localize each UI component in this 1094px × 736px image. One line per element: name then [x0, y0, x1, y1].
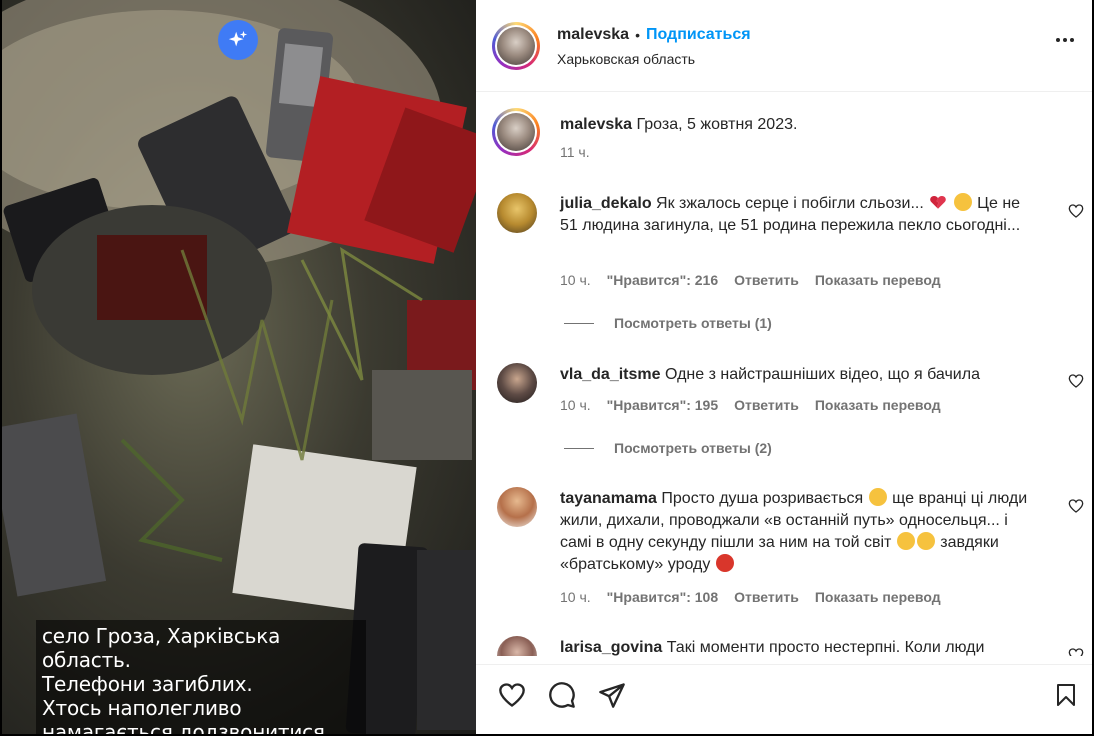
post-header: malevska • Подписаться Харьковская облас… — [476, 0, 1092, 92]
post-media[interactable]: село Гроза, Харківська область. Телефони… — [2, 0, 476, 734]
comment-likes[interactable]: "Нравится": 216 — [607, 272, 718, 288]
caption-line: Хтось наполегливо — [42, 696, 242, 720]
caption-text: Гроза, 5 жовтня 2023. — [636, 116, 798, 133]
crying-face-emoji-icon — [868, 488, 887, 506]
comments-list: malevska Гроза, 5 жовтня 2023. 11 ч. jul… — [476, 93, 1092, 656]
caption-username[interactable]: malevska — [560, 116, 632, 133]
post-meta: 11 ч. — [560, 144, 590, 160]
comment-username[interactable]: larisa_govina — [560, 639, 662, 656]
view-replies-button[interactable]: Посмотреть ответы (1) — [564, 315, 772, 331]
comment-heart-icon[interactable] — [1068, 498, 1084, 514]
share-icon[interactable] — [598, 681, 626, 709]
post-time[interactable]: 11 ч. — [560, 144, 590, 160]
post-actions-bar — [476, 664, 1092, 726]
commenter-avatar[interactable] — [497, 363, 537, 403]
comment-likes[interactable]: "Нравится": 195 — [607, 397, 718, 413]
comment-text: julia_dekalo Як зжалось серце і побігли … — [560, 193, 1040, 237]
comment-time[interactable]: 10 ч. — [560, 589, 591, 605]
angry-face-emoji-icon — [715, 554, 734, 572]
caption-line: Телефони загиблих. — [42, 672, 253, 696]
comment-body: Такі моменти просто нестерпні. Коли люди — [666, 639, 985, 656]
comment-meta: 10 ч. "Нравится": 108 Ответить Показать … — [560, 589, 941, 605]
replies-line — [564, 322, 594, 324]
location-link[interactable]: Харьковская область — [557, 51, 695, 67]
commenter-avatar[interactable] — [497, 636, 537, 656]
reply-button[interactable]: Ответить — [734, 272, 799, 288]
more-icon[interactable] — [1056, 38, 1074, 42]
bookmark-icon[interactable] — [1054, 681, 1078, 709]
caption-line: село Гроза, Харківська область. — [42, 624, 281, 672]
reply-button[interactable]: Ответить — [734, 397, 799, 413]
comment-time[interactable]: 10 ч. — [560, 397, 591, 413]
comment-username[interactable]: julia_dekalo — [560, 195, 652, 212]
comment-meta: 10 ч. "Нравится": 216 Ответить Показать … — [560, 272, 941, 288]
sparkles-icon — [228, 30, 248, 47]
comment-heart-icon[interactable] — [1068, 373, 1084, 389]
author-avatar[interactable] — [492, 22, 540, 70]
replies-line — [564, 447, 594, 449]
author-username[interactable]: malevska — [557, 26, 629, 44]
header-title-row: malevska • Подписаться — [557, 26, 751, 44]
author-avatar[interactable] — [492, 108, 540, 156]
broken-heart-emoji-icon — [929, 193, 947, 211]
comment-meta: 10 ч. "Нравится": 195 Ответить Показать … — [560, 397, 941, 413]
comment-body: Як зжалось серце і побігли сльози... — [656, 195, 924, 212]
reply-button[interactable]: Ответить — [734, 589, 799, 605]
video-caption: село Гроза, Харківська область. Телефони… — [36, 620, 366, 734]
sad-face-emoji-icon — [953, 193, 972, 211]
translate-button[interactable]: Показать перевод — [815, 397, 941, 413]
comment-body: Одне з найстрашніших відео, що я бачила — [664, 366, 980, 383]
crying-face-emoji-icon — [896, 532, 915, 550]
comment-username[interactable]: tayanamama — [560, 490, 657, 507]
translate-button[interactable]: Показать перевод — [815, 272, 941, 288]
crying-face-emoji-icon — [916, 532, 935, 550]
comment-text: tayanamama Просто душа розривається ще в… — [560, 488, 1030, 576]
comment-time[interactable]: 10 ч. — [560, 272, 591, 288]
view-replies-label: Посмотреть ответы (2) — [614, 440, 772, 456]
post-details-panel: malevska • Подписаться Харьковская облас… — [476, 0, 1092, 734]
caption-line: намагається додзвонитися. — [42, 720, 331, 734]
comment-heart-icon[interactable] — [1068, 647, 1084, 656]
translate-button[interactable]: Показать перевод — [815, 589, 941, 605]
comment-username[interactable]: vla_da_itsme — [560, 366, 661, 383]
comment-text: larisa_govina Такі моменти просто нестер… — [560, 637, 1040, 656]
comment-text: vla_da_itsme Одне з найстрашніших відео,… — [560, 364, 1040, 386]
view-replies-button[interactable]: Посмотреть ответы (2) — [564, 440, 772, 456]
separator-dot: • — [635, 27, 640, 43]
commenter-avatar[interactable] — [497, 193, 537, 233]
heart-icon[interactable] — [497, 681, 527, 709]
comment-likes[interactable]: "Нравится": 108 — [607, 589, 718, 605]
comment-icon[interactable] — [548, 681, 576, 709]
commenter-avatar[interactable] — [497, 487, 537, 527]
comment-body: Просто душа розривається — [661, 490, 864, 507]
ai-badge[interactable] — [218, 20, 258, 60]
post-caption: malevska Гроза, 5 жовтня 2023. — [560, 114, 1070, 136]
comment-heart-icon[interactable] — [1068, 203, 1084, 219]
view-replies-label: Посмотреть ответы (1) — [614, 315, 772, 331]
follow-button[interactable]: Подписаться — [646, 26, 751, 44]
